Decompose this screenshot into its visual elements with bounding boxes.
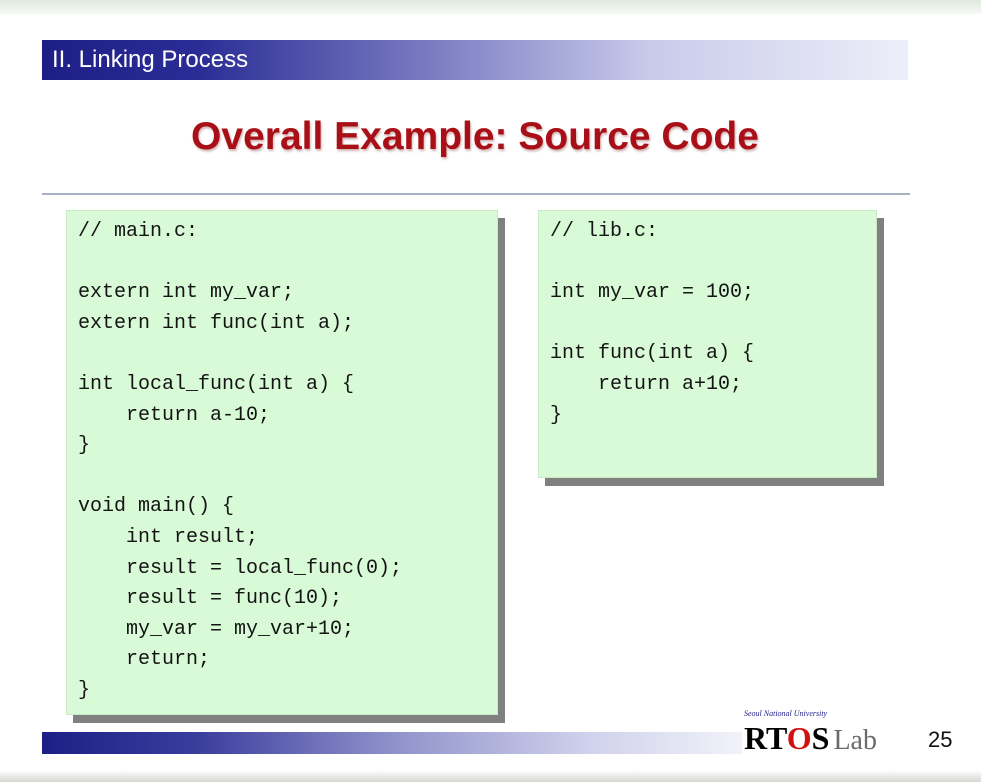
main-c-line-7: return a-10; (78, 403, 271, 427)
main-c-line-4: extern int func(int a); (78, 311, 355, 335)
lib-c-code: // lib.c: int my_var = 100; int func(int… (550, 217, 754, 431)
top-edge (0, 0, 981, 14)
main-c-line-6: int local_func(int a) { (78, 372, 355, 396)
logo-rt: RT (744, 720, 787, 756)
main-c-code: // main.c: extern int my_var; extern int… (78, 217, 402, 707)
logo-lab: Lab (833, 725, 877, 756)
page-number: 25 (928, 727, 953, 752)
lib-c-line-1: // lib.c: (550, 220, 659, 243)
main-c-line-1: // main.c: (78, 220, 199, 243)
title-divider (42, 193, 910, 195)
logo-wordmark: RTOS Lab (744, 720, 877, 759)
lib-c-line-6: return a+10; (550, 372, 743, 396)
lib-c-line-7: } (550, 403, 563, 427)
slide-title: Overall Example: Source Code (191, 115, 759, 158)
footer-bar (42, 732, 742, 754)
lib-c-line-5: int func(int a) { (550, 342, 755, 366)
logo-o: O (786, 720, 812, 756)
main-c-line-8: } (78, 434, 91, 458)
main-c-line-10: void main() { (78, 495, 235, 519)
main-c-code-panel: // main.c: extern int my_var; extern int… (66, 210, 498, 715)
main-c-line-16: } (78, 678, 91, 702)
main-c-line-11: int result; (78, 525, 259, 549)
main-c-line-14: my_var = my_var+10; (78, 617, 355, 641)
lib-c-line-3: int my_var = 100; (550, 281, 755, 305)
logo-university-text: Seoul National University (744, 709, 828, 718)
main-c-line-15: return; (78, 648, 211, 672)
lib-c-code-panel: // lib.c: int my_var = 100; int func(int… (538, 210, 877, 478)
main-c-line-3: extern int my_var; (78, 281, 295, 305)
main-c-line-12: result = local_func(0); (78, 556, 403, 580)
section-title: II. Linking Process (52, 46, 249, 73)
logo-s: S (811, 720, 830, 756)
main-c-line-13: result = func(10); (78, 587, 343, 611)
bottom-edge (0, 770, 981, 782)
rtos-lab-logo: Seoul National University RTOS Lab (742, 707, 902, 762)
slide: II. Linking Process Overall Example: Sou… (0, 0, 981, 782)
